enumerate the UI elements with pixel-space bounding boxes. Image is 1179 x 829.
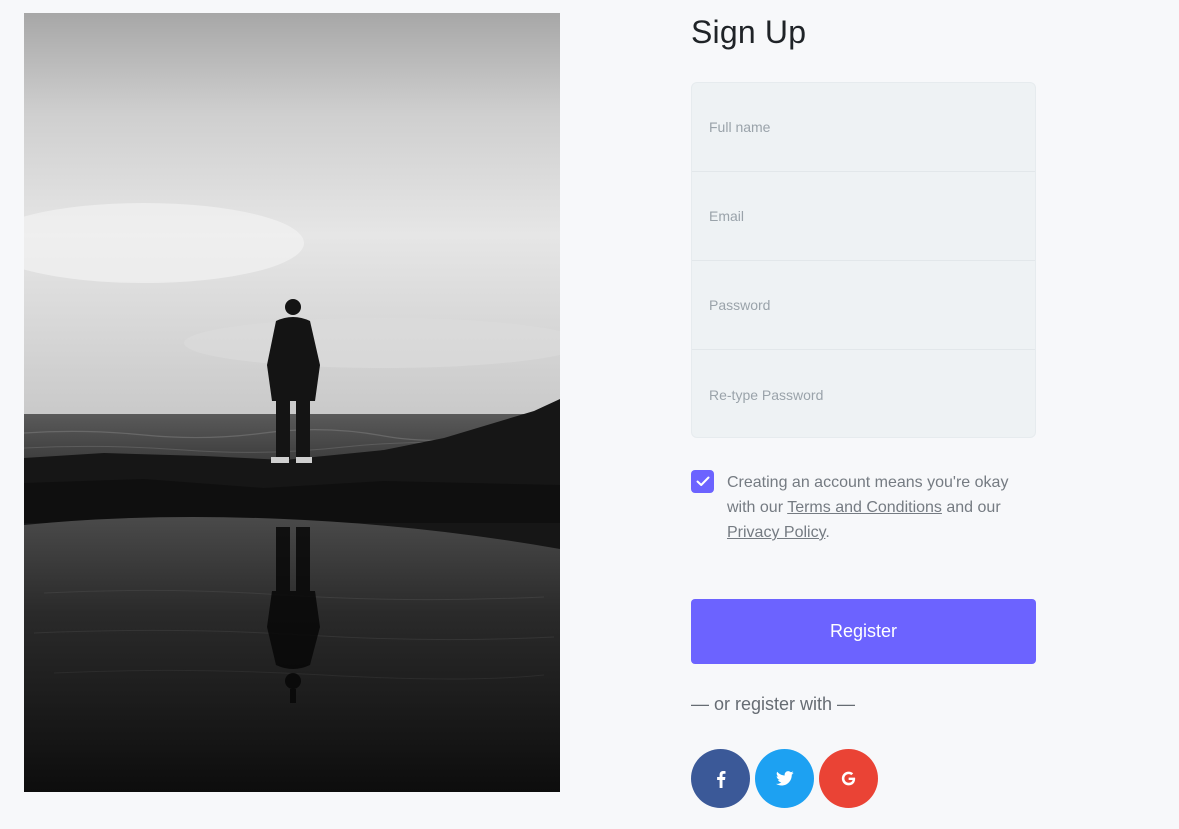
register-with-divider: — or register with — <box>691 694 856 714</box>
twitter-button[interactable] <box>755 749 814 808</box>
register-button[interactable]: Register <box>691 599 1036 664</box>
consent-text-middle: and our <box>941 499 1001 516</box>
facebook-button[interactable] <box>691 749 750 808</box>
email-field-row <box>692 172 1035 261</box>
privacy-link[interactable]: Privacy Policy <box>727 524 825 541</box>
checkmark-icon <box>696 476 709 486</box>
password-input[interactable] <box>692 261 1035 349</box>
hero-photo <box>24 13 560 792</box>
google-button[interactable] <box>819 749 878 808</box>
consent-text: Creating an account means you're okay wi… <box>727 470 1027 545</box>
terms-consent: Creating an account means you're okay wi… <box>691 470 1036 545</box>
terms-checkbox[interactable] <box>691 470 714 493</box>
email-input[interactable] <box>692 172 1035 260</box>
full-name-field-row <box>692 83 1035 172</box>
hero-photo-illustration <box>24 13 560 792</box>
twitter-icon <box>775 771 794 786</box>
consent-text-after: . <box>825 524 830 541</box>
password-field-row <box>692 261 1035 350</box>
full-name-input[interactable] <box>692 83 1035 171</box>
retype-password-input[interactable] <box>692 350 1035 437</box>
facebook-icon <box>716 770 725 788</box>
retype-password-field-row <box>692 350 1035 437</box>
terms-link[interactable]: Terms and Conditions <box>787 499 942 516</box>
google-icon <box>841 771 856 786</box>
page-title: Sign Up <box>691 14 807 50</box>
social-buttons <box>691 749 883 808</box>
signup-fields <box>691 82 1036 438</box>
